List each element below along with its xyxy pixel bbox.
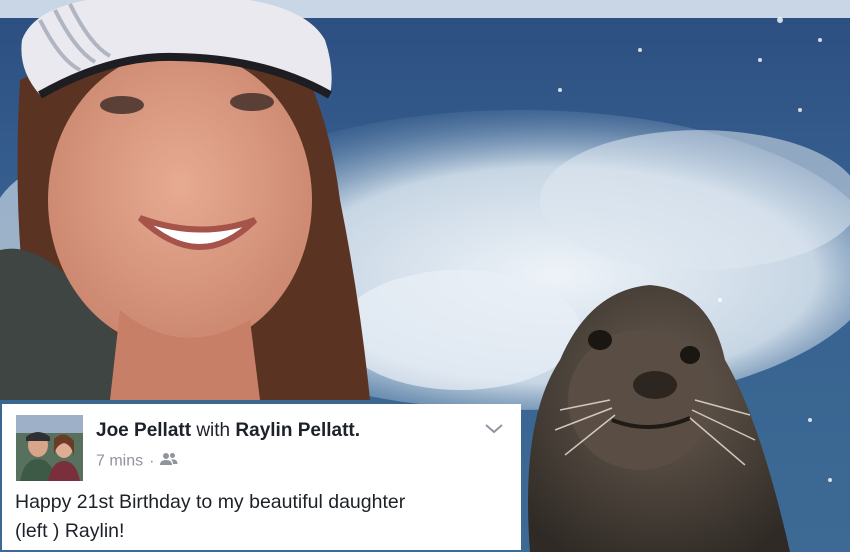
- chevron-down-icon[interactable]: [483, 422, 505, 436]
- sea-lion-eye-right: [680, 346, 700, 364]
- post-message-line-1: Happy 21st Birthday to my beautiful daug…: [15, 491, 406, 513]
- tagged-name-link[interactable]: Raylin Pellatt.: [235, 420, 360, 441]
- post-meta: 7 mins ·: [96, 452, 178, 471]
- timestamp-link[interactable]: 7 mins: [96, 453, 143, 470]
- woman-face: [48, 50, 312, 350]
- woman-eye-right: [230, 93, 274, 111]
- post-message: Happy 21st Birthday to my beautiful daug…: [15, 488, 515, 546]
- post-card: Joe Pellatt with Raylin Pellatt. 7 mins ·…: [2, 404, 521, 550]
- post-header: Joe Pellatt with Raylin Pellatt.: [96, 420, 360, 442]
- post-message-line-2: (left ) Raylin!: [15, 520, 125, 542]
- with-text: with: [196, 420, 231, 441]
- friends-icon[interactable]: [160, 452, 178, 471]
- author-name-link[interactable]: Joe Pellatt: [96, 420, 191, 441]
- sea-lion-eye-left: [588, 330, 612, 350]
- woman-eye-left: [100, 96, 144, 114]
- avatar[interactable]: [16, 415, 83, 481]
- meta-separator: ·: [149, 452, 155, 470]
